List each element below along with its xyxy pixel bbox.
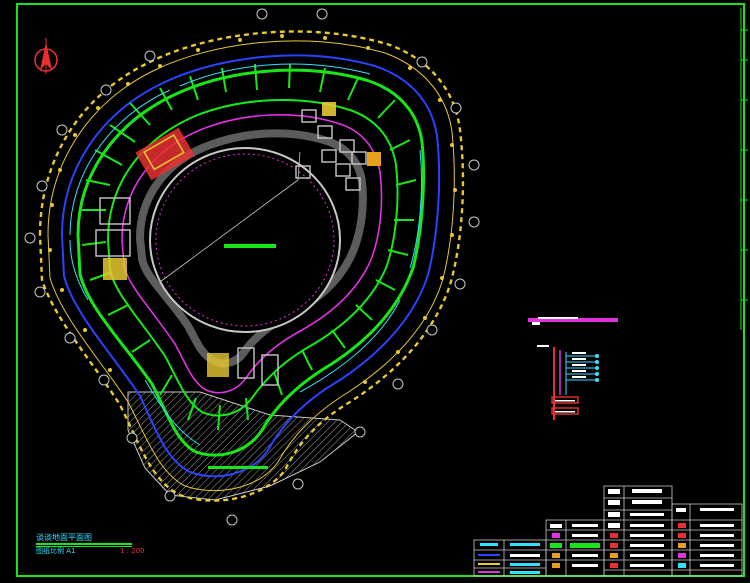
cad-viewport[interactable]: 谈谈地面平面图 图纸比例 A1 1 : 200 <box>0 0 750 583</box>
right-title-strip <box>740 8 748 330</box>
drawing-title: 谈谈地面平面图 <box>36 533 92 542</box>
floor-plan-drawing <box>24 8 748 577</box>
drawing-scale-value: 1 : 200 <box>120 547 145 555</box>
title-block: 谈谈地面平面图 图纸比例 A1 1 : 200 <box>36 533 145 555</box>
drawing-scale-label: 图纸比例 A1 <box>36 547 76 555</box>
legend-swatches <box>478 489 734 574</box>
title-underline <box>36 543 132 545</box>
riser-diagram <box>528 317 618 420</box>
legend-table <box>473 485 743 577</box>
courtyard-label-bar <box>224 244 276 248</box>
central-courtyard <box>149 147 341 333</box>
north-arrow-icon <box>34 38 58 74</box>
